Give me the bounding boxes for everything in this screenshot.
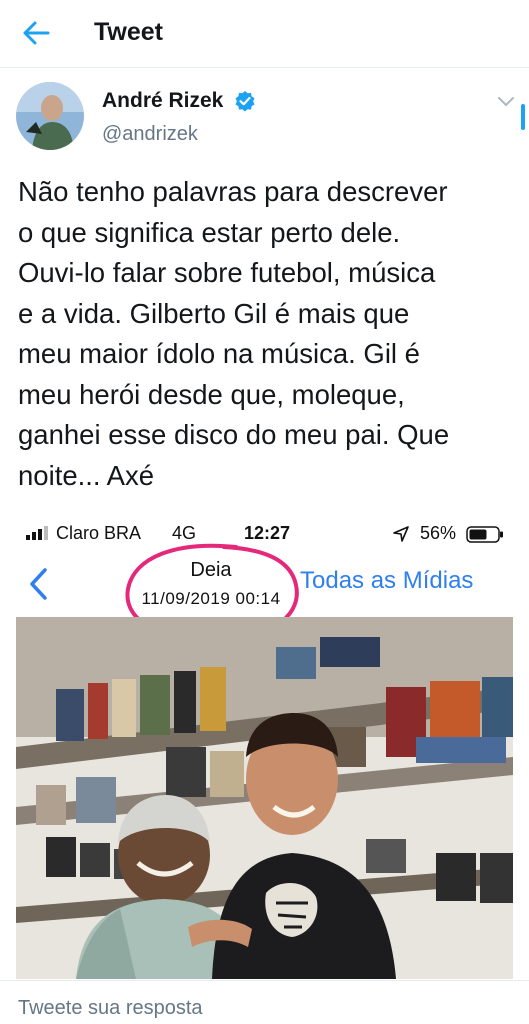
battery-icon	[466, 526, 503, 543]
carrier-name: Claro BRA	[56, 523, 142, 543]
phone-status-bar: Claro BRA 4G 12:27 56%	[16, 517, 513, 551]
page-title: Tweet	[94, 18, 163, 46]
tweet-text-line: Não tenho palavras para descrever	[18, 176, 448, 207]
tweet-header: Tweet	[0, 0, 529, 68]
battery-percent: 56%	[420, 523, 457, 543]
tweet-text-line: meu maior ídolo na música. Gil é	[18, 338, 420, 369]
verified-badge-icon	[235, 91, 255, 112]
location-arrow-icon	[393, 526, 409, 542]
tweet-text-line: Ouvi-lo falar sobre futebol, música	[18, 257, 436, 288]
signal-bars-icon	[26, 526, 48, 540]
scroll-indicator	[521, 104, 525, 130]
tweet-text-line: ganhei esse disco do meu pai. Que	[18, 419, 450, 450]
status-time: 12:27	[244, 523, 291, 543]
tweet-text-line: meu herói desde que, moleque,	[18, 378, 405, 410]
arrow-left-icon[interactable]	[22, 20, 50, 46]
tweet-text-line: e a vida. Gilberto Gil é mais que	[18, 297, 410, 329]
photo-nav-header: Deia 11/09/2019 00:14 Todas as Mídias	[16, 551, 513, 617]
network-type: 4G	[172, 523, 197, 543]
photo-scene	[16, 617, 513, 979]
tweet-text-line: o que significa estar perto dele.	[18, 216, 401, 248]
avatar[interactable]	[16, 82, 84, 150]
chevron-down-icon[interactable]	[497, 96, 515, 108]
author-handle[interactable]: @andrizek	[102, 123, 198, 146]
tweet-text-line: noite... Axé	[18, 459, 155, 491]
tweet-text: Não tenho palavras para descrever o que …	[18, 172, 523, 496]
all-media-link[interactable]: Todas as Mídias	[300, 567, 473, 595]
author-name[interactable]: André Rizek	[102, 89, 223, 113]
reply-input[interactable]: Tweete sua resposta	[0, 980, 529, 1024]
tweet-media-photo[interactable]: Claro BRA 4G 12:27 56% Deia 11/09/2019 0…	[16, 517, 513, 979]
reply-placeholder: Tweete sua resposta	[18, 997, 203, 1019]
